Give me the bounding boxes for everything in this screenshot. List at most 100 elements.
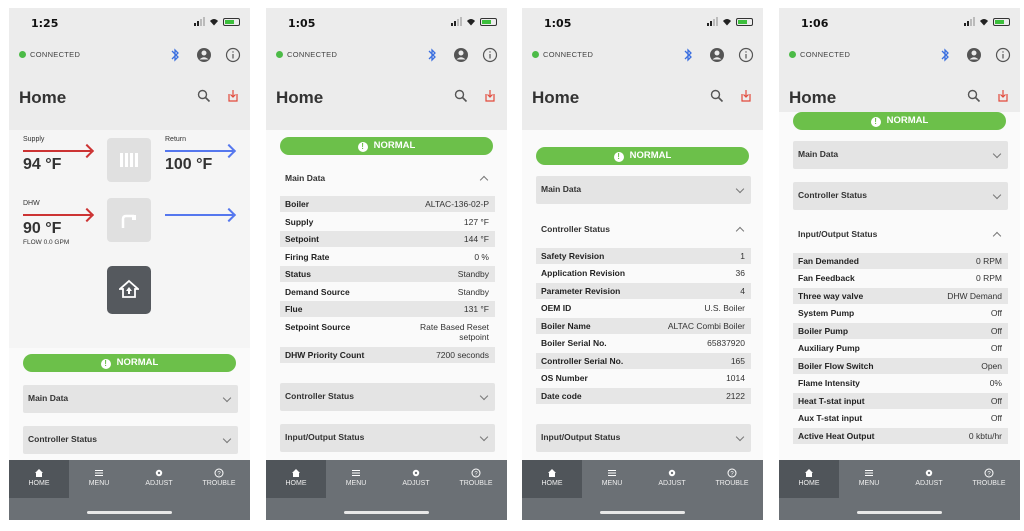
summary-panel: ! NORMAL Main Data Controller Status (9, 348, 250, 460)
table-row: Boiler ALTAC-136-02-P (280, 196, 495, 212)
controller-status-section[interactable]: Controller Status (23, 426, 238, 454)
page-title: Home (789, 88, 837, 107)
tab-adjust[interactable]: ADJUST (129, 460, 189, 498)
gear-icon (412, 469, 420, 477)
connection-status: CONNECTED (287, 50, 338, 59)
main-data-section[interactable]: Main Data (536, 176, 751, 204)
gear-icon (155, 469, 163, 477)
battery-icon (480, 17, 497, 26)
table-row: Boiler Serial No. 65837920 (541, 338, 745, 348)
tab-menu[interactable]: MENU (582, 460, 642, 498)
home-diagram: Supply 94 °F Return 100 °F DHW 90 °F FLO… (9, 130, 250, 348)
tab-trouble[interactable]: ? TROUBLE (959, 460, 1019, 498)
table-row: System Pump Off (798, 308, 1002, 318)
tab-menu[interactable]: MENU (326, 460, 386, 498)
wifi-icon (210, 18, 218, 25)
user-icon[interactable] (196, 47, 212, 63)
bluetooth-icon[interactable] (937, 47, 953, 63)
bluetooth-icon[interactable] (167, 47, 183, 63)
table-row: Active Heat Output 0 kbtu/hr (793, 428, 1008, 444)
info-icon[interactable] (482, 47, 498, 63)
controller-status-section[interactable]: Controller Status (280, 383, 495, 411)
table-row: DHW Priority Count 7200 seconds (280, 347, 495, 363)
tab-menu[interactable]: MENU (839, 460, 899, 498)
tab-adjust[interactable]: ADJUST (386, 460, 446, 498)
user-icon[interactable] (453, 47, 469, 63)
boiler-tile[interactable] (107, 138, 151, 182)
tab-bar: HOME MENU ADJUST ? TROUBLE (522, 460, 763, 520)
main-data-header[interactable]: Main Data (280, 168, 495, 190)
page-header: Home (522, 70, 763, 130)
connected-indicator (19, 51, 26, 58)
supply-label: Supply (23, 136, 45, 143)
tab-adjust[interactable]: ADJUST (642, 460, 702, 498)
info-icon[interactable] (738, 47, 754, 63)
power-icon[interactable] (996, 89, 1010, 103)
table-row: Parameter Revision 4 (536, 283, 751, 299)
table-row: Controller Serial No. 165 (536, 353, 751, 369)
search-icon[interactable] (967, 89, 981, 103)
main-data-section[interactable]: Main Data (793, 141, 1008, 169)
radiator-icon (120, 153, 138, 167)
dhw-label: DHW (23, 200, 40, 207)
user-icon[interactable] (966, 47, 982, 63)
power-icon[interactable] (226, 89, 240, 103)
user-icon[interactable] (709, 47, 725, 63)
controller-status-section[interactable]: Controller Status (793, 182, 1008, 210)
phone-screen-controller-status: 1:05 CONNECTED Home ! NORMAL Main Data Co… (522, 8, 763, 520)
tab-home[interactable]: HOME (266, 460, 326, 498)
connection-bar: CONNECTED (779, 40, 1020, 70)
tab-home[interactable]: HOME (9, 460, 69, 498)
page-header: Home (779, 70, 1020, 112)
wifi-icon (980, 18, 988, 25)
detail-panel: ! NORMAL Main Data Controller Status Safe… (522, 130, 763, 460)
bluetooth-icon[interactable] (680, 47, 696, 63)
power-icon[interactable] (739, 89, 753, 103)
main-data-section[interactable]: Main Data (23, 385, 238, 413)
search-icon[interactable] (454, 89, 468, 103)
info-icon[interactable] (995, 47, 1011, 63)
menu-icon (608, 470, 616, 476)
connection-bar: CONNECTED (9, 40, 250, 70)
bluetooth-icon[interactable] (424, 47, 440, 63)
page-header: Home (9, 70, 250, 130)
dhw-return-arrow (165, 214, 233, 216)
home-tile[interactable] (107, 266, 151, 314)
chevron-up-icon (735, 226, 745, 236)
io-status-header[interactable]: Input/Output Status (793, 224, 1008, 246)
help-icon: ? (727, 468, 737, 478)
wifi-icon (723, 18, 731, 25)
return-temp: 100 °F (165, 156, 213, 173)
tab-trouble[interactable]: ? TROUBLE (702, 460, 762, 498)
detail-panel: ! NORMAL Main Data Boiler ALTAC-136-02-P S… (266, 130, 507, 460)
chevron-down-icon (735, 432, 745, 442)
controller-status-header[interactable]: Controller Status (536, 219, 751, 241)
signal-icon (194, 17, 205, 26)
tab-adjust[interactable]: ADJUST (899, 460, 959, 498)
tab-menu[interactable]: MENU (69, 460, 129, 498)
tab-trouble[interactable]: ? TROUBLE (446, 460, 506, 498)
home-indicator (600, 511, 685, 514)
chevron-down-icon (479, 391, 489, 401)
tab-trouble[interactable]: ? TROUBLE (189, 460, 249, 498)
status-normal-badge: ! NORMAL (536, 147, 749, 165)
page-title: Home (276, 88, 324, 107)
dhw-arrow (23, 214, 91, 216)
tab-home[interactable]: HOME (522, 460, 582, 498)
table-row: Safety Revision 1 (536, 248, 751, 264)
chevron-down-icon (222, 393, 232, 403)
io-status-section[interactable]: Input/Output Status (280, 424, 495, 452)
signal-icon (707, 17, 718, 26)
io-status-section[interactable]: Input/Output Status (536, 424, 751, 452)
tab-home[interactable]: HOME (779, 460, 839, 498)
power-icon[interactable] (483, 89, 497, 103)
home-indicator (344, 511, 429, 514)
info-icon[interactable] (225, 47, 241, 63)
phone-screen-io-status: 1:06 CONNECTED Home ! NORMAL Main Data Co… (779, 8, 1020, 520)
clock: 1:05 (288, 17, 316, 30)
dhw-tile[interactable] (107, 198, 151, 242)
search-icon[interactable] (710, 89, 724, 103)
connection-status: CONNECTED (30, 50, 81, 59)
search-icon[interactable] (197, 89, 211, 103)
status-normal-badge: ! NORMAL (280, 137, 493, 155)
